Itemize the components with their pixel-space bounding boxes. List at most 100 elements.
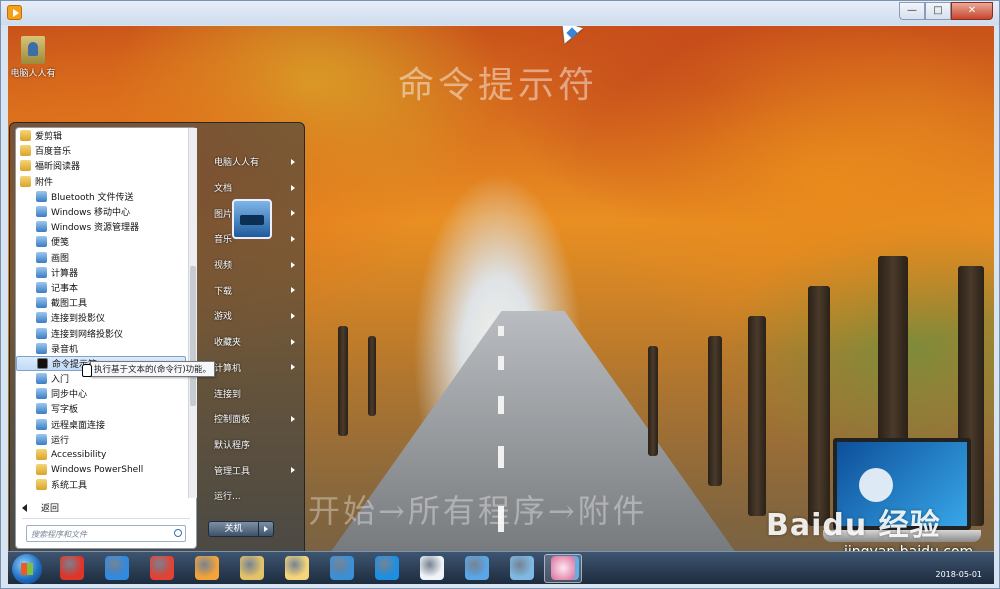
program-item[interactable]: Windows PowerShell [16,462,186,477]
program-label: 记事本 [51,283,79,294]
shutdown-options-arrow-icon[interactable] [259,522,273,536]
program-item[interactable]: 便笺 [16,234,186,249]
place-label: 收藏夹 [214,338,242,349]
start-menu-place-item[interactable]: 图片 [203,200,303,226]
program-item[interactable]: 连接到网络投影仪 [16,325,186,340]
watermark-path: 开始→所有程序→附件 [308,492,648,530]
folder-icon[interactable] [285,556,309,580]
submenu-arrow-icon [291,210,295,217]
media-player-icon[interactable] [195,556,219,580]
place-label: 管理工具 [214,466,251,477]
program-item[interactable]: 计算器 [16,265,186,280]
start-search-input[interactable]: 搜索程序和文件 [26,525,186,542]
qq-browser-icon[interactable] [375,556,399,580]
remote-desktop-icon[interactable] [465,556,489,580]
submenu-arrow-icon [291,235,295,242]
chrome-icon[interactable] [150,556,174,580]
start-menu-place-item[interactable]: 音乐 [203,226,303,252]
user-folder-icon [21,36,45,64]
program-item[interactable]: 百度音乐 [16,143,186,158]
submenu-arrow-icon [291,338,295,345]
start-menu-place-item[interactable]: 控制面板 [203,406,303,432]
program-label: 百度音乐 [35,147,72,158]
start-menu-place-item[interactable]: 收藏夹 [203,329,303,355]
close-icon: ✕ [967,5,977,16]
place-label: 计算机 [214,363,242,374]
player-app-icon[interactable] [7,5,22,20]
program-item[interactable]: 画图 [16,250,186,265]
run-icon [36,433,47,445]
start-menu-programs-pane: 爱剪辑百度音乐 福昕阅读器 附件 Bluetooth 文件传送 Windows 移动中心… [15,127,197,549]
desktop-icon-user[interactable]: 电脑人人有 [8,36,58,79]
maximize-button[interactable]: □ [925,2,951,20]
submenu-arrow-icon [291,184,295,191]
qq-icon[interactable] [551,556,575,580]
program-item[interactable]: 写字板 [16,401,186,416]
program-item[interactable]: 系统工具 [16,477,186,492]
start-menu-place-item[interactable]: 视频 [203,252,303,278]
search-icon[interactable] [174,529,182,537]
player-window: — □ ✕ 命令提示符 开始→所有程序→附件 电脑人人有 爱剪辑 百度音乐 福昕… [0,0,1000,589]
program-item[interactable]: 运行 [16,432,186,447]
windows-media-center-icon[interactable] [330,556,354,580]
shutdown-button[interactable]: 关机 [208,521,274,537]
program-item[interactable]: 爱剪辑 [16,128,186,143]
program-item[interactable]: 连接到投影仪 [16,310,186,325]
shutdown-label[interactable]: 关机 [209,522,259,536]
start-menu-place-item[interactable]: 文档 [203,175,303,201]
start-menu-place-item[interactable]: 游戏 [203,303,303,329]
sound-recorder-icon [36,342,47,354]
program-item[interactable]: Windows 移动中心 [16,204,186,219]
jiang-app-icon[interactable] [60,556,84,580]
back-button[interactable]: 返回 [22,501,59,514]
close-button[interactable]: ✕ [951,2,993,20]
back-arrow-icon [22,503,27,512]
desktop: 命令提示符 开始→所有程序→附件 电脑人人有 爱剪辑 百度音乐 福昕阅读器 附件 Blu… [8,26,994,584]
baidu-paw-icon [859,468,893,502]
back-label: 返回 [41,504,60,514]
remote-desktop-icon [36,418,47,430]
program-item[interactable]: Bluetooth 文件传送 [16,189,186,204]
title-bar: — □ ✕ [1,1,999,25]
start-menu-place-item[interactable]: 电脑人人有 [203,149,303,175]
start-menu-place-item[interactable]: 运行... [203,483,303,509]
scrollbar-thumb[interactable] [190,266,196,406]
program-item[interactable]: 截图工具 [16,295,186,310]
clock-date[interactable]: 2018-05-01 [936,570,983,579]
submenu-arrow-icon [291,312,295,319]
minimize-button[interactable]: — [899,2,925,20]
command-prompt-icon [37,357,48,369]
start-orb-icon[interactable] [12,554,42,584]
network-icon[interactable] [510,556,534,580]
place-label: 运行... [214,492,241,503]
program-item[interactable]: Windows 资源管理器 [16,219,186,234]
program-item[interactable]: 附件 [16,174,186,189]
program-item[interactable]: 记事本 [16,280,186,295]
start-menu-place-item[interactable]: 管理工具 [203,457,303,483]
maximize-icon: □ [933,5,943,16]
program-item[interactable]: 远程桌面连接 [16,417,186,432]
program-item[interactable]: 福昕阅读器 [16,158,186,173]
program-item[interactable]: 录音机 [16,341,186,356]
start-menu-place-item[interactable]: 默认程序 [203,432,303,458]
start-menu-place-item[interactable]: 连接到 [203,380,303,406]
ie-icon[interactable] [105,556,129,580]
taskbar: 2018-05-01 [8,551,994,584]
program-label: 同步中心 [51,390,88,401]
network-projector-icon [36,327,47,339]
road-marking [498,446,504,468]
program-label: 画图 [51,253,70,264]
folder-icon [36,479,47,491]
folder-icon [36,449,47,461]
explorer-icon[interactable] [240,556,264,580]
wordpad-icon [36,403,47,415]
getting-started-icon [36,373,47,385]
place-label: 图片 [214,209,233,220]
programs-scrollbar[interactable] [188,128,197,498]
word-doc-icon[interactable] [420,556,444,580]
start-menu-place-item[interactable]: 下载 [203,277,303,303]
program-item[interactable]: Accessibility [16,447,186,462]
start-menu-place-item[interactable]: 计算机 [203,355,303,381]
program-item[interactable]: 同步中心 [16,386,186,401]
sync-center-icon [36,388,47,400]
